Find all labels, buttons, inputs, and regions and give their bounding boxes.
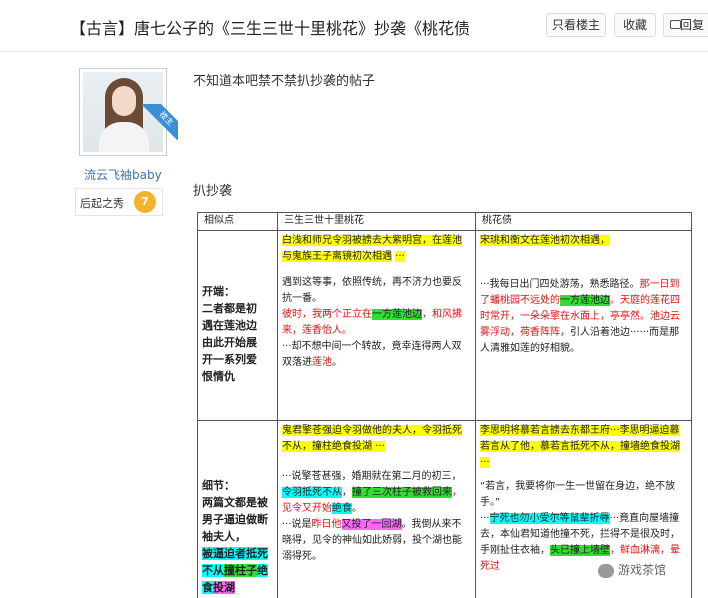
row-label-line: 开一系列爱 — [202, 353, 257, 366]
text-span: ···我每日出门四处游荡，熟悉路径。 — [480, 279, 640, 290]
table-header-row: 相似点 三生三世十里桃花 桃花债 — [198, 213, 691, 231]
text-span: 白浅和师兄令羽被掳去大紫明宫，在莲池与鬼族王子离镜初次相遇 — [282, 235, 462, 262]
row-label-line: 开端： — [202, 285, 235, 298]
row-label-line: 二者都是初 — [202, 302, 257, 315]
table-header: 桃花债 — [482, 215, 512, 226]
only-op-button[interactable]: 只看楼主 — [546, 13, 606, 37]
reply-icon — [670, 20, 681, 29]
text-span: 绝食 — [332, 503, 352, 514]
post-text-line: 不知道本吧禁不禁扒抄袭的帖子 — [193, 74, 376, 89]
text-span: 一方莲池边 — [372, 309, 422, 320]
username-link[interactable]: 流云飞袖baby — [84, 166, 162, 183]
table-row: 开端： 二者都是初 遇在莲池边 由此开始展 开一系列爱 恨情仇 白浅和师兄令羽被… — [198, 231, 691, 421]
table-header: 相似点 — [198, 213, 278, 230]
text-span: ， — [342, 487, 352, 498]
table-cell: 开端： 二者都是初 遇在莲池边 由此开始展 开一系列爱 恨情仇 — [198, 231, 278, 420]
text-span: 撞了三次柱子被救回来 — [352, 487, 452, 498]
text-span: 投湖 — [213, 581, 235, 594]
text-span: 。 — [352, 503, 362, 514]
text-line: 遇到这等事，依照传统，再不济力也要反抗一番。 — [282, 277, 462, 304]
text-span: 。 — [332, 357, 342, 368]
text-span: 彼时，我两个正立在 — [282, 309, 372, 320]
rank-box: 后起之秀 7 — [75, 188, 163, 216]
text-span: 又投了一回湖 — [341, 519, 402, 530]
text-span: 一方莲池边 — [560, 295, 610, 306]
post-text-line: 扒抄袭 — [193, 184, 233, 199]
watermark-text: 游戏茶馆 — [618, 563, 667, 577]
row-label-line: 恨情仇 — [202, 370, 235, 383]
text-span: ··· — [395, 251, 405, 262]
table-cell: 细节： 两篇文都是被男子逼迫做断袖夫人， 被逼迫者抵死不从撞柱子绝食投湖 — [198, 421, 278, 598]
wechat-icon — [598, 563, 614, 578]
author-panel: 楼主 流云飞袖baby 后起之秀 7 — [0, 52, 178, 598]
row-label-line: 遇在莲池边 — [202, 319, 257, 332]
op-ribbon: 楼主 — [142, 104, 178, 140]
text-line: “若言，我要将你一生一世留在身边，绝不放手。” — [480, 481, 676, 508]
watermark: 游戏茶馆 — [598, 561, 666, 578]
text-span: ···说是 — [282, 519, 312, 530]
text-span: 宋珧和衡文在莲池初次相遇， — [480, 235, 610, 246]
text-span: 李思明将慕若言掳去东都王府···李思明逼迫慕若言从了他，慕若言抵死不从，撞墙绝食… — [480, 425, 680, 468]
reply-button[interactable]: 回复 — [663, 13, 708, 37]
row-label-line: 细节： — [202, 479, 235, 492]
table-cell: 鬼君擎苍强迫令羽做他的夫人，令羽抵死不从，撞柱绝食投湖 ··· ···说擎苍甚强… — [278, 421, 476, 598]
text-span: 莲池 — [312, 357, 332, 368]
text-span: 宁死也勿小受尔等鼠辈折辱 — [489, 513, 610, 524]
table-header: 三生三世十里桃花 — [278, 213, 476, 230]
text-span: 头已撞上墙壁 — [550, 545, 610, 556]
row-label-line: 由此开始展 — [202, 336, 257, 349]
op-ribbon-label: 楼主 — [142, 104, 178, 140]
favorite-button[interactable]: 收藏 — [614, 13, 656, 37]
text-span: ···却不想中间一个转故，竟幸连得两人双双落进 — [282, 341, 462, 368]
top-bar: 【古言】唐七公子的《三生三世十里桃花》抄袭《桃花债... 只看楼主 收藏 回复 — [0, 0, 708, 52]
reply-label: 回复 — [680, 18, 705, 32]
text-span: 鬼君擎苍强迫令羽做他的夫人，令羽抵死不从，撞柱绝食投湖 ··· — [282, 425, 462, 452]
level-badge: 7 — [134, 191, 156, 213]
thread-title: 【古言】唐七公子的《三生三世十里桃花》抄袭《桃花债... — [70, 19, 470, 38]
text-span: ··· — [480, 513, 490, 524]
table-cell: 宋珧和衡文在莲池初次相遇， ···我每日出门四处游荡，熟悉路径。那一日到了蟠桃园… — [476, 231, 691, 420]
rank-label: 后起之秀 — [80, 197, 124, 210]
table-cell: 白浅和师兄令羽被掳去大紫明宫，在莲池与鬼族王子离镜初次相遇 ··· 遇到这等事，… — [278, 231, 476, 420]
text-span: ···说擎苍甚强，婚期就在第二月的初三， — [282, 471, 462, 482]
comparison-table: 相似点 三生三世十里桃花 桃花债 开端： 二者都是初 遇在莲池边 由此开始展 开… — [197, 212, 692, 598]
text-span: 撞柱 — [224, 564, 246, 577]
text-span: 子 — [246, 564, 257, 577]
text-span: 昨日他 — [311, 519, 342, 530]
text-span: 令羽抵死不从 — [282, 487, 342, 498]
row-label-line: 两篇文都是被男子逼迫做断袖夫人， — [202, 496, 268, 543]
